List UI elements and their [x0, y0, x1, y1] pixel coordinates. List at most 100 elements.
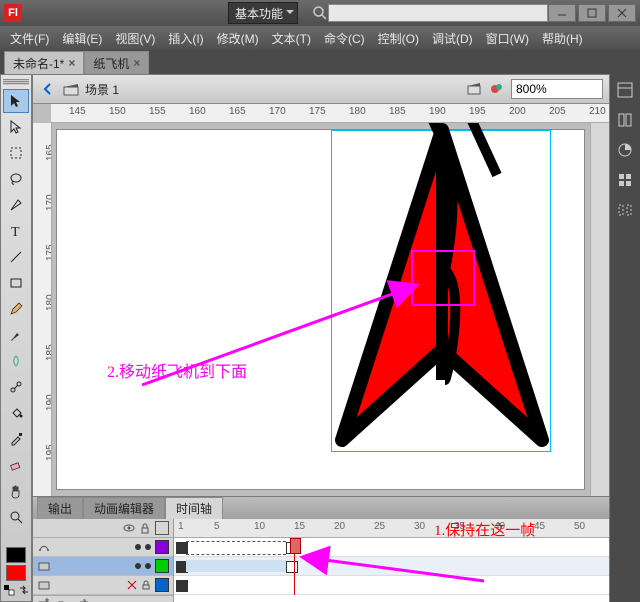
edit-symbols-icon[interactable]: [489, 81, 505, 97]
eraser-tool[interactable]: [3, 453, 29, 477]
bone-tool[interactable]: [3, 375, 29, 399]
keyframe-selected[interactable]: [286, 561, 298, 573]
rectangle-tool[interactable]: [3, 271, 29, 295]
layer-row-3[interactable]: [33, 576, 173, 595]
motion-guide-span: [186, 541, 286, 555]
outline-color-swatch[interactable]: [155, 559, 169, 573]
frame-row-2[interactable]: [174, 557, 609, 576]
hand-tool[interactable]: [3, 479, 29, 503]
tab-doc1-label: 未命名-1*: [13, 55, 64, 72]
properties-panel-icon[interactable]: [615, 80, 635, 100]
edit-scene-icon[interactable]: [467, 81, 483, 97]
pen-tool[interactable]: [3, 193, 29, 217]
menu-view[interactable]: 视图(V): [109, 28, 161, 49]
tab-doc1-close-icon[interactable]: ×: [68, 56, 75, 70]
menu-file[interactable]: 文件(F): [4, 28, 55, 49]
menu-bar: 文件(F) 编辑(E) 视图(V) 插入(I) 修改(M) 文本(T) 命令(C…: [0, 26, 640, 50]
frame-row-3[interactable]: [174, 576, 609, 595]
close-button[interactable]: [608, 4, 636, 22]
toolbox-grip[interactable]: [3, 79, 29, 85]
lock-dot[interactable]: [145, 544, 151, 550]
eyedropper-tool[interactable]: [3, 427, 29, 451]
new-folder-icon[interactable]: [57, 598, 71, 602]
tab-doc2[interactable]: 纸飞机×: [84, 51, 149, 74]
workspace-label: 基本功能: [235, 5, 283, 22]
stage-area[interactable]: 2.移动纸飞机到下面: [52, 123, 609, 496]
lock-on-icon[interactable]: [141, 580, 151, 590]
visibility-dot[interactable]: [135, 544, 141, 550]
menu-control[interactable]: 控制(O): [372, 28, 425, 49]
zoom-tool[interactable]: [3, 505, 29, 529]
tab-timeline[interactable]: 时间轴: [165, 497, 223, 519]
color-panel-icon[interactable]: [615, 140, 635, 160]
zoom-input[interactable]: [511, 79, 603, 99]
hruler-tick: 205: [549, 106, 566, 117]
new-layer-icon[interactable]: [37, 598, 51, 602]
text-tool[interactable]: T: [3, 219, 29, 243]
outline-color-swatch[interactable]: [155, 578, 169, 592]
align-panel-icon[interactable]: [615, 200, 635, 220]
fill-color-swatch[interactable]: [6, 565, 26, 581]
stroke-color-swatch[interactable]: [6, 547, 26, 563]
delete-layer-icon[interactable]: [77, 598, 91, 602]
menu-edit[interactable]: 编辑(E): [56, 28, 108, 49]
outline-color-swatch[interactable]: [155, 540, 169, 554]
document-tabs: 未命名-1* × 纸飞机×: [0, 50, 640, 74]
free-transform-tool[interactable]: [3, 141, 29, 165]
layer-row-1[interactable]: [33, 538, 173, 557]
visibility-off-icon[interactable]: [127, 580, 137, 590]
hruler-tick: 210: [589, 106, 606, 117]
tab-doc1[interactable]: 未命名-1* ×: [4, 51, 84, 74]
outline-header-icon[interactable]: [155, 521, 169, 535]
subselection-tool[interactable]: [3, 115, 29, 139]
deco-tool[interactable]: [3, 349, 29, 373]
tab-animation-editor[interactable]: 动画编辑器: [83, 497, 165, 519]
tab-doc2-close-icon[interactable]: ×: [133, 56, 140, 70]
right-panel-dock: [610, 74, 640, 602]
visibility-header-icon[interactable]: [123, 522, 135, 534]
swatches-panel-icon[interactable]: [615, 170, 635, 190]
paint-bucket-tool[interactable]: [3, 401, 29, 425]
scene-label: 场景 1: [85, 81, 119, 98]
scene-back-icon[interactable]: [39, 80, 57, 98]
transform-origin-box[interactable]: [411, 250, 475, 306]
menu-help[interactable]: 帮助(H): [536, 28, 589, 49]
visibility-dot[interactable]: [135, 563, 141, 569]
library-panel-icon[interactable]: [615, 110, 635, 130]
menu-debug[interactable]: 调试(D): [426, 28, 479, 49]
minimize-button[interactable]: [548, 4, 576, 22]
lasso-tool[interactable]: [3, 167, 29, 191]
maximize-button[interactable]: [578, 4, 606, 22]
menu-commands[interactable]: 命令(C): [318, 28, 371, 49]
line-tool[interactable]: [3, 245, 29, 269]
playhead[interactable]: [294, 538, 295, 595]
keyframe[interactable]: [176, 580, 188, 592]
tab-output[interactable]: 输出: [37, 497, 83, 519]
hruler-tick: 160: [189, 106, 206, 117]
menu-insert[interactable]: 插入(I): [162, 28, 209, 49]
vertical-scrollbar[interactable]: [590, 123, 609, 496]
workspace-selector[interactable]: 基本功能: [228, 2, 298, 24]
hruler-tick: 165: [229, 106, 246, 117]
selection-tool[interactable]: [3, 89, 29, 113]
vruler-tick: 190: [45, 394, 52, 411]
layer-row-2[interactable]: [33, 557, 173, 576]
swap-colors-icon[interactable]: [17, 583, 31, 597]
vertical-ruler[interactable]: 165 170 175 180 185 190 195: [33, 123, 52, 496]
lock-header-icon[interactable]: [139, 522, 151, 534]
hruler-tick: 170: [269, 106, 286, 117]
frame-row-1[interactable]: [174, 538, 609, 557]
menu-window[interactable]: 窗口(W): [480, 28, 535, 49]
pencil-tool[interactable]: [3, 297, 29, 321]
brush-tool[interactable]: [3, 323, 29, 347]
frame-ruler[interactable]: 1 5 10 15 20 25 30 35 40 45 50 55: [174, 519, 609, 538]
frame-span: [186, 560, 286, 572]
default-colors-icon[interactable]: [2, 583, 16, 597]
horizontal-ruler[interactable]: 145 150 155 160 165 170 175 180 185 190 …: [51, 104, 609, 123]
menu-text[interactable]: 文本(T): [266, 28, 317, 49]
search-icon: [312, 5, 328, 21]
menu-modify[interactable]: 修改(M): [211, 28, 265, 49]
timeline-frames[interactable]: 1 5 10 15 20 25 30 35 40 45 50 55: [174, 519, 609, 602]
search-input[interactable]: [328, 4, 548, 22]
lock-dot[interactable]: [145, 563, 151, 569]
